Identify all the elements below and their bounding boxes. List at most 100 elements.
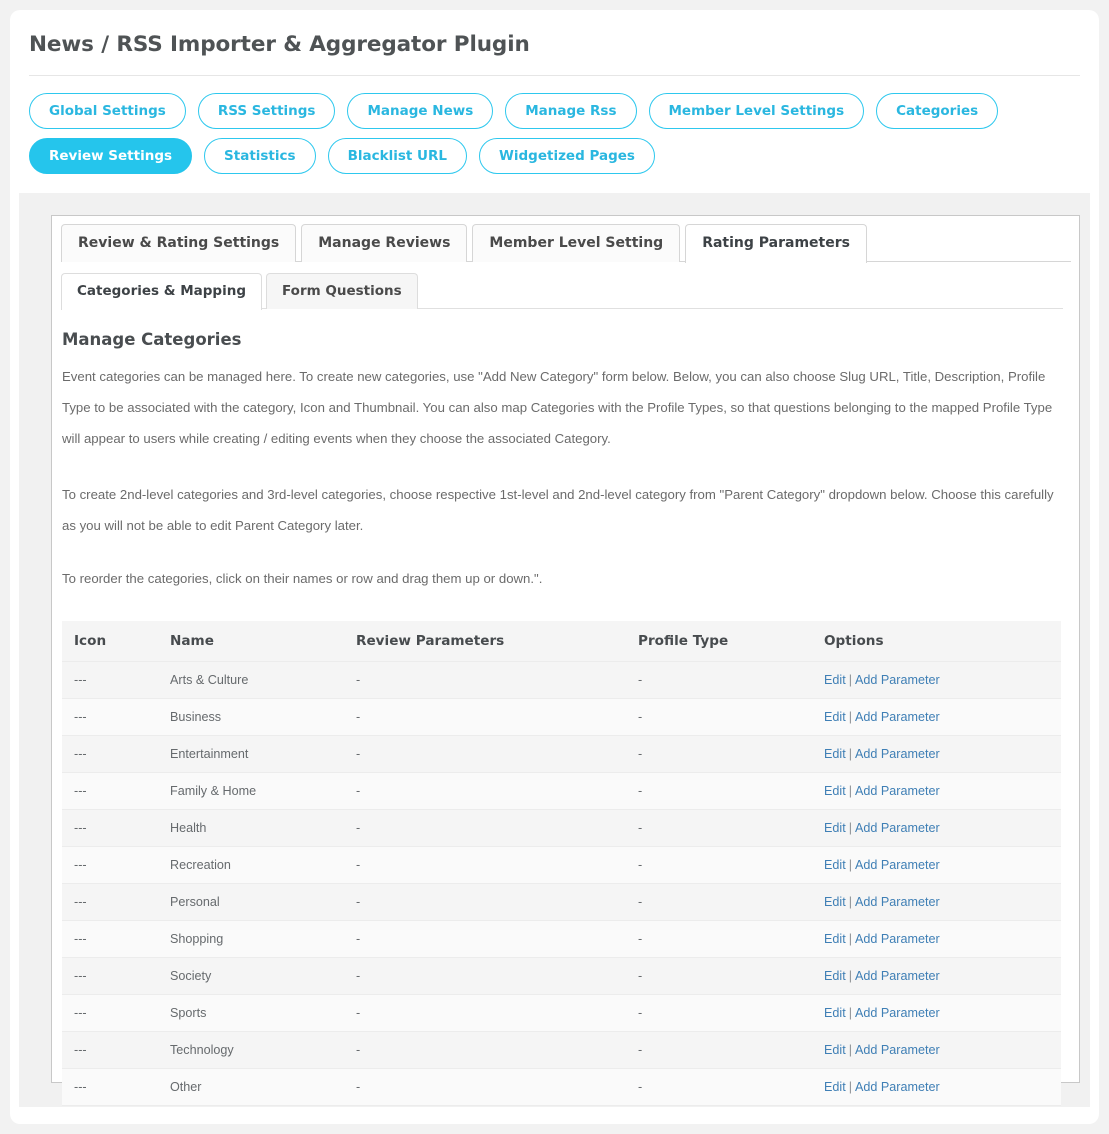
add-parameter-link[interactable]: Add Parameter xyxy=(855,747,940,761)
edit-link[interactable]: Edit xyxy=(824,1080,846,1094)
table-row[interactable]: --- Arts & Culture - - Edit | Add Parameter xyxy=(62,661,1061,699)
add-parameter-link[interactable]: Add Parameter xyxy=(855,969,940,983)
category-icon-placeholder: --- xyxy=(62,698,158,736)
pill-nav-item-global-settings[interactable]: Global Settings xyxy=(29,93,186,129)
edit-link[interactable]: Edit xyxy=(824,858,846,872)
table-row[interactable]: --- Shopping - - Edit | Add Parameter xyxy=(62,920,1061,958)
category-options: Edit | Add Parameter xyxy=(812,661,1061,699)
table-row[interactable]: --- Business - - Edit | Add Parameter xyxy=(62,698,1061,736)
edit-link[interactable]: Edit xyxy=(824,969,846,983)
table-row[interactable]: --- Entertainment - - Edit | Add Parameter xyxy=(62,735,1061,773)
category-options: Edit | Add Parameter xyxy=(812,920,1061,958)
add-parameter-link[interactable]: Add Parameter xyxy=(855,821,940,835)
edit-link[interactable]: Edit xyxy=(824,1006,846,1020)
add-parameter-link[interactable]: Add Parameter xyxy=(855,784,940,798)
category-name[interactable]: Society xyxy=(158,957,344,995)
category-name[interactable]: Shopping xyxy=(158,920,344,958)
edit-link[interactable]: Edit xyxy=(824,747,846,761)
pill-nav-item-review-settings[interactable]: Review Settings xyxy=(29,138,193,174)
tab-review-rating-settings[interactable]: Review & Rating Settings xyxy=(61,224,297,262)
category-review-parameters: - xyxy=(344,846,626,884)
table-row[interactable]: --- Society - - Edit | Add Parameter xyxy=(62,957,1061,995)
tab-manage-reviews[interactable]: Manage Reviews xyxy=(301,224,468,262)
category-name[interactable]: Arts & Culture xyxy=(158,661,344,699)
category-options: Edit | Add Parameter xyxy=(812,698,1061,736)
table-row[interactable]: --- Technology - - Edit | Add Parameter xyxy=(62,1031,1061,1069)
pill-nav-item-manage-news[interactable]: Manage News xyxy=(347,93,494,129)
category-review-parameters: - xyxy=(344,698,626,736)
options-separator: | xyxy=(848,709,852,724)
category-name[interactable]: Health xyxy=(158,809,344,847)
column-header-review-parameters: Review Parameters xyxy=(344,620,626,662)
pill-nav-item-manage-rss[interactable]: Manage Rss xyxy=(505,93,637,129)
add-parameter-link[interactable]: Add Parameter xyxy=(855,1080,940,1094)
options-separator: | xyxy=(848,1079,852,1094)
table-row[interactable]: --- Other - - Edit | Add Parameter xyxy=(62,1068,1061,1106)
category-icon-placeholder: --- xyxy=(62,846,158,884)
pill-nav-item-widgetized-pages[interactable]: Widgetized Pages xyxy=(478,138,655,174)
add-parameter-link[interactable]: Add Parameter xyxy=(855,858,940,872)
table-row[interactable]: --- Health - - Edit | Add Parameter xyxy=(62,809,1061,847)
edit-link[interactable]: Edit xyxy=(824,821,846,835)
category-name[interactable]: Technology xyxy=(158,1031,344,1069)
category-name[interactable]: Business xyxy=(158,698,344,736)
category-icon-placeholder: --- xyxy=(62,957,158,995)
category-review-parameters: - xyxy=(344,1031,626,1069)
pill-nav-item-rss-settings[interactable]: RSS Settings xyxy=(197,93,336,129)
pill-nav-item-blacklist-url[interactable]: Blacklist URL xyxy=(327,138,467,174)
add-parameter-link[interactable]: Add Parameter xyxy=(855,673,940,687)
description-paragraph-2: To create 2nd-level categories and 3rd-l… xyxy=(62,487,1054,533)
options-separator: | xyxy=(848,672,852,687)
subtab-form-questions[interactable]: Form Questions xyxy=(266,273,418,309)
manage-categories-content: Manage Categories Event categories can b… xyxy=(52,309,1062,1106)
tab-member-level-setting[interactable]: Member Level Setting xyxy=(472,224,681,262)
category-options: Edit | Add Parameter xyxy=(812,994,1061,1032)
edit-link[interactable]: Edit xyxy=(824,895,846,909)
subtab-categories-mapping[interactable]: Categories & Mapping xyxy=(61,273,262,310)
options-separator: | xyxy=(848,1042,852,1057)
category-review-parameters: - xyxy=(344,661,626,699)
table-row[interactable]: --- Sports - - Edit | Add Parameter xyxy=(62,994,1061,1032)
edit-link[interactable]: Edit xyxy=(824,673,846,687)
pill-nav-item-statistics[interactable]: Statistics xyxy=(204,138,316,174)
add-parameter-link[interactable]: Add Parameter xyxy=(855,1006,940,1020)
edit-link[interactable]: Edit xyxy=(824,710,846,724)
add-parameter-link[interactable]: Add Parameter xyxy=(855,895,940,909)
table-row[interactable]: --- Recreation - - Edit | Add Parameter xyxy=(62,846,1061,884)
category-review-parameters: - xyxy=(344,994,626,1032)
category-name[interactable]: Personal xyxy=(158,883,344,921)
category-profile-type: - xyxy=(626,1031,812,1069)
category-options: Edit | Add Parameter xyxy=(812,809,1061,847)
edit-link[interactable]: Edit xyxy=(824,1043,846,1057)
category-name[interactable]: Sports xyxy=(158,994,344,1032)
options-separator: | xyxy=(848,857,852,872)
options-separator: | xyxy=(848,1005,852,1020)
pill-nav-item-member-level-settings[interactable]: Member Level Settings xyxy=(648,93,865,129)
category-icon-placeholder: --- xyxy=(62,883,158,921)
category-options: Edit | Add Parameter xyxy=(812,883,1061,921)
page-card: News / RSS Importer & Aggregator Plugin … xyxy=(10,10,1099,1124)
category-review-parameters: - xyxy=(344,1068,626,1106)
pill-nav-item-categories[interactable]: Categories xyxy=(876,93,999,129)
page-title: News / RSS Importer & Aggregator Plugin xyxy=(29,32,530,57)
category-icon-placeholder: --- xyxy=(62,772,158,810)
add-parameter-link[interactable]: Add Parameter xyxy=(855,1043,940,1057)
table-row[interactable]: --- Family & Home - - Edit | Add Parameter xyxy=(62,772,1061,810)
table-row[interactable]: --- Personal - - Edit | Add Parameter xyxy=(62,883,1061,921)
options-separator: | xyxy=(848,746,852,761)
description-paragraph-1: Event categories can be managed here. To… xyxy=(62,369,1053,446)
tab-rating-parameters[interactable]: Rating Parameters xyxy=(685,224,867,263)
edit-link[interactable]: Edit xyxy=(824,932,846,946)
category-review-parameters: - xyxy=(344,809,626,847)
category-name[interactable]: Recreation xyxy=(158,846,344,884)
category-name[interactable]: Family & Home xyxy=(158,772,344,810)
category-profile-type: - xyxy=(626,846,812,884)
category-name[interactable]: Other xyxy=(158,1068,344,1106)
add-parameter-link[interactable]: Add Parameter xyxy=(855,710,940,724)
category-name[interactable]: Entertainment xyxy=(158,735,344,773)
add-parameter-link[interactable]: Add Parameter xyxy=(855,932,940,946)
category-review-parameters: - xyxy=(344,883,626,921)
edit-link[interactable]: Edit xyxy=(824,784,846,798)
category-profile-type: - xyxy=(626,735,812,773)
category-profile-type: - xyxy=(626,920,812,958)
